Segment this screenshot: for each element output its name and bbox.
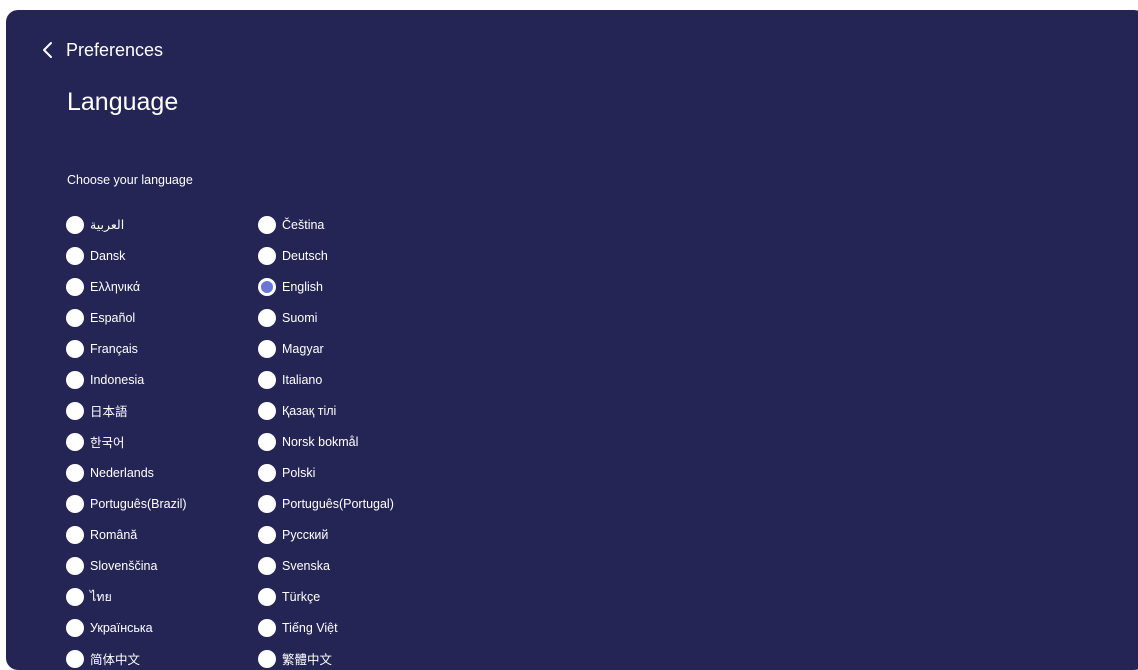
- back-button[interactable]: Preferences: [40, 38, 163, 62]
- language-option[interactable]: Čeština: [258, 209, 394, 240]
- radio-button[interactable]: [66, 370, 84, 389]
- language-option[interactable]: Svenska: [258, 550, 394, 581]
- language-label: ไทย: [90, 589, 112, 604]
- language-label: 繁體中文: [282, 653, 333, 667]
- language-label: Deutsch: [282, 248, 328, 263]
- language-option[interactable]: Polski: [258, 457, 394, 488]
- radio-button[interactable]: [66, 339, 84, 358]
- radio-button[interactable]: [258, 463, 276, 482]
- language-label: Svenska: [282, 558, 330, 573]
- language-option[interactable]: Қазақ тілі: [258, 395, 394, 426]
- radio-button[interactable]: [258, 494, 276, 513]
- radio-button[interactable]: [258, 556, 276, 575]
- language-label: Português(Brazil): [90, 496, 187, 511]
- radio-button[interactable]: [66, 649, 84, 668]
- radio-button[interactable]: [66, 618, 84, 637]
- language-label: 日本語: [90, 405, 128, 419]
- radio-button[interactable]: [258, 339, 276, 358]
- radio-button[interactable]: [258, 618, 276, 637]
- language-label: Nederlands: [90, 465, 154, 480]
- radio-button-selected[interactable]: [258, 277, 276, 296]
- radio-button[interactable]: [258, 649, 276, 668]
- language-label: 简体中文: [90, 653, 141, 667]
- language-label: Português(Portugal): [282, 496, 394, 511]
- language-option[interactable]: Deutsch: [258, 240, 394, 271]
- language-label: Indonesia: [90, 372, 145, 387]
- language-label: Dansk: [90, 248, 126, 263]
- language-option[interactable]: Tiếng Việt: [258, 612, 394, 643]
- radio-button[interactable]: [258, 370, 276, 389]
- language-label: Русский: [282, 527, 329, 542]
- language-label: Español: [90, 310, 136, 325]
- radio-button[interactable]: [66, 308, 84, 327]
- radio-button[interactable]: [66, 463, 84, 482]
- radio-button[interactable]: [258, 401, 276, 420]
- language-label: Türkçe: [282, 589, 321, 604]
- language-label: Norsk bokmål: [282, 434, 359, 449]
- language-label: Italiano: [282, 372, 323, 387]
- language-option[interactable]: Français: [66, 333, 187, 364]
- radio-button[interactable]: [258, 432, 276, 451]
- radio-button[interactable]: [258, 587, 276, 606]
- radio-button[interactable]: [258, 246, 276, 265]
- language-option[interactable]: Română: [66, 519, 187, 550]
- radio-button[interactable]: [66, 556, 84, 575]
- chevron-left-icon: [43, 42, 52, 58]
- radio-button[interactable]: [66, 587, 84, 606]
- language-option[interactable]: العربية: [66, 209, 187, 240]
- language-column-2: Čeština Deutsch English Suomi Magyar Ita…: [258, 209, 394, 670]
- language-option[interactable]: Nederlands: [66, 457, 187, 488]
- language-label: Slovenščina: [90, 558, 158, 573]
- language-option[interactable]: Magyar: [258, 333, 394, 364]
- radio-button[interactable]: [258, 525, 276, 544]
- section-label: Choose your language: [67, 173, 193, 187]
- radio-button[interactable]: [66, 215, 84, 234]
- language-option[interactable]: Türkçe: [258, 581, 394, 612]
- language-option[interactable]: Dansk: [66, 240, 187, 271]
- language-label: Français: [90, 341, 138, 356]
- radio-button[interactable]: [66, 246, 84, 265]
- language-option[interactable]: Español: [66, 302, 187, 333]
- language-label: Română: [90, 527, 138, 542]
- language-option[interactable]: 简体中文: [66, 643, 187, 670]
- language-option[interactable]: Italiano: [258, 364, 394, 395]
- language-label: العربية: [90, 218, 125, 232]
- radio-button[interactable]: [66, 494, 84, 513]
- settings-panel: Preferences Language Choose your languag…: [6, 10, 1138, 670]
- language-label: Čeština: [282, 217, 325, 232]
- language-label: English: [282, 279, 323, 294]
- language-column-1: العربية Dansk Ελληνικά Español Français …: [66, 209, 187, 670]
- language-option[interactable]: Українська: [66, 612, 187, 643]
- language-label: 한국어: [90, 436, 125, 450]
- radio-button[interactable]: [258, 215, 276, 234]
- back-label: Preferences: [66, 39, 164, 60]
- radio-button[interactable]: [66, 277, 84, 296]
- language-option[interactable]: Ελληνικά: [66, 271, 187, 302]
- language-option[interactable]: Norsk bokmål: [258, 426, 394, 457]
- language-label: Українська: [90, 620, 153, 635]
- language-option[interactable]: Русский: [258, 519, 394, 550]
- language-option[interactable]: 繁體中文: [258, 643, 394, 670]
- language-label: Magyar: [282, 341, 324, 356]
- language-label: Қазақ тілі: [282, 403, 337, 418]
- radio-button[interactable]: [258, 308, 276, 327]
- language-option[interactable]: Indonesia: [66, 364, 187, 395]
- radio-button[interactable]: [66, 525, 84, 544]
- page-title: Language: [67, 88, 179, 116]
- radio-button[interactable]: [66, 432, 84, 451]
- language-label: Tiếng Việt: [282, 620, 338, 635]
- language-option[interactable]: 한국어: [66, 426, 187, 457]
- language-option[interactable]: Português(Brazil): [66, 488, 187, 519]
- language-label: Polski: [282, 465, 316, 480]
- language-label: Ελληνικά: [90, 279, 141, 294]
- language-option[interactable]: ไทย: [66, 581, 187, 612]
- radio-button[interactable]: [66, 401, 84, 420]
- language-option[interactable]: Suomi: [258, 302, 394, 333]
- language-label: Suomi: [282, 310, 318, 325]
- language-option[interactable]: English: [258, 271, 394, 302]
- language-option[interactable]: Slovenščina: [66, 550, 187, 581]
- language-option[interactable]: 日本語: [66, 395, 187, 426]
- language-option[interactable]: Português(Portugal): [258, 488, 394, 519]
